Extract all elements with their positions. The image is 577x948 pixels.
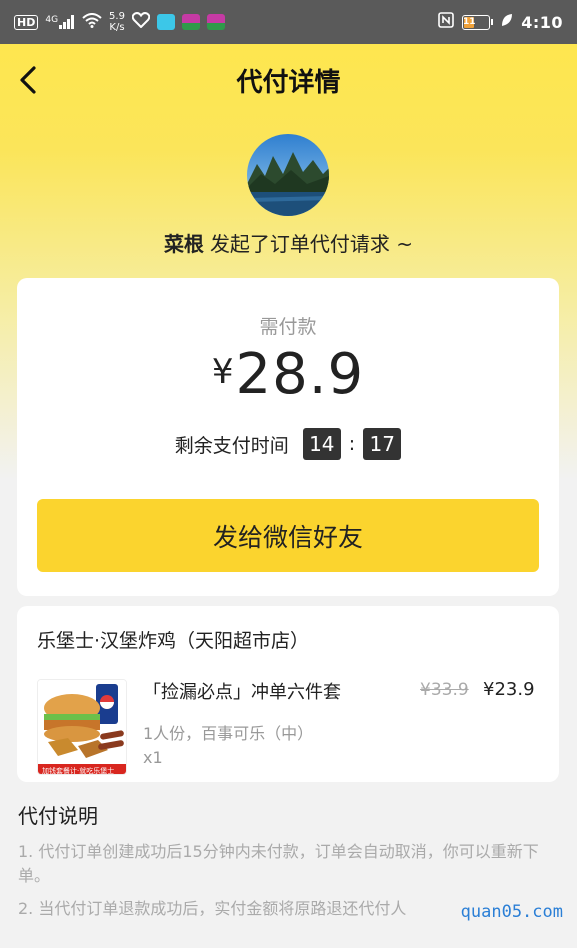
battery-level: 11 <box>462 16 476 28</box>
status-bar: HD 4G 5.9 K/s 11 4:10 <box>0 0 577 44</box>
product-spec: 1人份，百事可乐（中） <box>143 724 314 743</box>
countdown-timer: 剩余支付时间 14 : 17 <box>17 428 559 460</box>
remaining-time-label: 剩余支付时间 <box>174 434 289 457</box>
network-type: 4G <box>45 15 59 25</box>
amount-label: 需付款 <box>259 316 317 338</box>
product-image-caption: 加钱套餐计·就吃乐堡士 <box>42 766 114 775</box>
leaf-icon <box>501 13 513 31</box>
app-icon-bird-2 <box>206 14 225 30</box>
payment-card: 需付款 ¥28.9 剩余支付时间 14 : 17 发给微信好友 <box>17 278 559 596</box>
heart-icon <box>131 12 151 32</box>
note-item: 1. 代付订单创建成功后15分钟内未付款，订单会自动取消，你可以重新下单。 <box>18 842 539 885</box>
speed-unit: K/s <box>109 22 125 33</box>
product-price: ¥23.9 <box>483 679 535 700</box>
avatar <box>247 134 329 216</box>
requester-name: 菜根 <box>163 232 204 256</box>
currency-symbol: ¥ <box>211 352 234 392</box>
app-icon-book <box>156 14 175 30</box>
amount-display: ¥28.9 <box>17 342 559 407</box>
timer-minutes: 14 <box>302 428 341 460</box>
product-name: 「捡漏必点」冲单六件套 <box>143 682 341 703</box>
nfc-icon <box>438 12 455 32</box>
timer-colon: : <box>348 433 356 455</box>
battery-icon: 11 <box>462 14 494 30</box>
requester-line: 菜根 发起了订单代付请求 ~ <box>0 228 577 257</box>
network-speed: 5.9 K/s <box>109 11 125 33</box>
wifi-icon <box>82 12 102 32</box>
app-icon-bird <box>181 14 200 30</box>
speed-value: 5.9 <box>109 11 125 22</box>
send-to-wechat-friend-button[interactable]: 发给微信好友 <box>37 499 539 572</box>
product-quantity: x1 <box>143 748 163 767</box>
requester-message: 发起了订单代付请求 ~ <box>209 232 414 256</box>
signal-icon: 4G <box>45 15 75 29</box>
order-card: 乐堡士·汉堡炸鸡（天阳超市店） 加钱套餐计·就吃乐堡士 「捡漏必点」冲单六件套 … <box>17 606 559 782</box>
notes-title: 代付说明 <box>18 804 98 828</box>
nav-bar: 代付详情 <box>0 44 577 116</box>
amount-value: 28.9 <box>235 342 365 407</box>
clock: 4:10 <box>521 12 563 32</box>
store-name[interactable]: 乐堡士·汉堡炸鸡（天阳超市店） <box>37 626 309 653</box>
hd-indicator: HD <box>14 14 39 30</box>
product-original-price: ¥33.9 <box>420 680 469 700</box>
timer-seconds: 17 <box>363 428 402 460</box>
product-image: 加钱套餐计·就吃乐堡士 <box>37 679 127 775</box>
watermark: quan05.com <box>460 902 563 922</box>
page-title: 代付详情 <box>236 68 341 98</box>
